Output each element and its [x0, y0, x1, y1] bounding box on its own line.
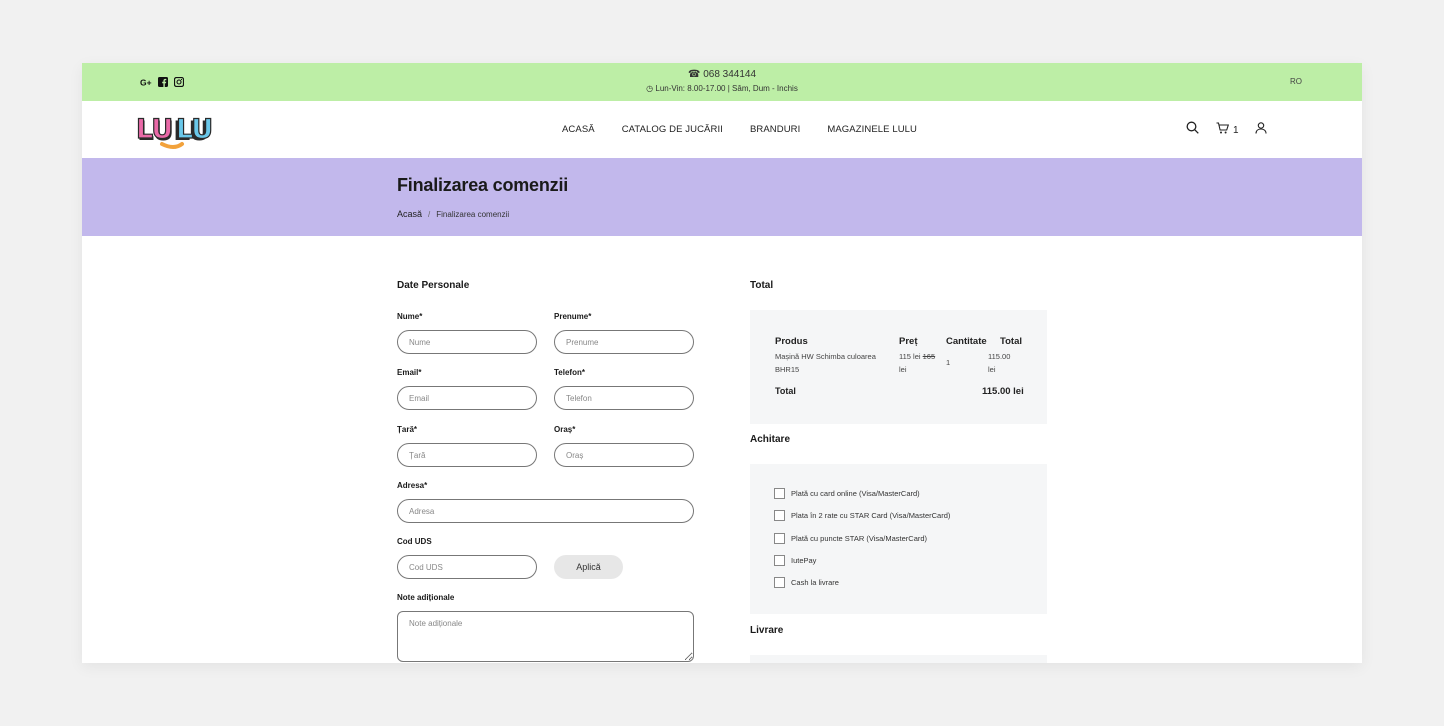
search-icon[interactable] [1186, 121, 1199, 139]
opening-hours: ◷ Lun-Vin: 8.00-17.00 | Sâm, Dum - Inchi… [82, 84, 1362, 93]
order-item-name-line1: Mașină HW Schimba culoarea [775, 352, 876, 361]
order-item-total-unit: lei [988, 365, 996, 374]
grand-total-label: Total [775, 386, 796, 396]
header-actions: 1 [1186, 121, 1267, 139]
apply-code-button[interactable]: Aplică [554, 555, 623, 579]
payment-option-star-points[interactable]: Plată cu puncte STAR (Visa/MasterCard) [774, 533, 927, 544]
top-bar: G+ ☎ 068 344144 ◷ Lun-Vin: 8.00-17.00 | … [82, 63, 1362, 101]
payment-option-label: Plata în 2 rate cu STAR Card (Visa/Maste… [791, 511, 951, 520]
delivery-heading: Livrare [750, 625, 784, 636]
phone-number: 068 344144 [703, 69, 757, 80]
payment-option-label: Plată cu card online (Visa/MasterCard) [791, 489, 920, 498]
order-item-old-price: 165 [922, 352, 936, 361]
telefon-label: Telefon* [554, 368, 585, 377]
email-label: Email* [397, 368, 422, 377]
payment-option-label: Cash la livrare [791, 578, 839, 587]
delivery-panel [750, 655, 1047, 663]
payment-checkbox[interactable] [774, 555, 785, 566]
payment-option-star-rate[interactable]: Plata în 2 rate cu STAR Card (Visa/Maste… [774, 510, 950, 521]
tara-input[interactable] [397, 443, 537, 467]
cart-count[interactable]: 1 [1233, 125, 1239, 136]
breadcrumb-home[interactable]: Acasă [397, 209, 422, 219]
payment-checkbox[interactable] [774, 533, 785, 544]
breadcrumb-current: Finalizarea comenzii [436, 210, 510, 219]
hours-text: Lun-Vin: 8.00-17.00 | Sâm, Dum - Inchis [655, 84, 798, 93]
page-frame: G+ ☎ 068 344144 ◷ Lun-Vin: 8.00-17.00 | … [82, 63, 1362, 663]
site-header: LULU LU LU ACASĂ CATALOG DE JUCĂRII BRAN… [82, 101, 1362, 157]
svg-text:LU: LU [176, 114, 212, 145]
cart-icon[interactable] [1216, 121, 1230, 139]
notes-label: Note adiționale [397, 593, 455, 602]
language-selector[interactable]: RO [1290, 77, 1302, 86]
order-item-quantity: 1 [946, 358, 951, 367]
order-item-total: 115.00 lei [988, 350, 1010, 376]
telefon-input[interactable] [554, 386, 694, 410]
prenume-label: Prenume* [554, 312, 592, 321]
order-summary-panel: Produs Preț Cantitate Total Mașină HW Sc… [750, 310, 1047, 424]
nav-item-catalog[interactable]: CATALOG DE JUCĂRII [622, 124, 723, 135]
payment-option-card-online[interactable]: Plată cu card online (Visa/MasterCard) [774, 488, 920, 499]
nav-item-branduri[interactable]: BRANDURI [750, 124, 800, 135]
breadcrumb-separator: / [428, 210, 431, 219]
order-item-price-unit: lei [899, 365, 907, 374]
order-item-name[interactable]: Mașină HW Schimba culoarea BHR15 [775, 350, 890, 376]
notes-textarea[interactable] [397, 611, 694, 662]
payment-checkbox[interactable] [774, 510, 785, 521]
adresa-label: Adresa* [397, 481, 428, 490]
page-banner: Finalizarea comenzii Acasă / Finalizarea c… [82, 158, 1362, 236]
nav-item-acasa[interactable]: ACASĂ [562, 124, 595, 135]
user-icon[interactable] [1255, 121, 1267, 139]
total-heading: Total [750, 280, 774, 291]
col-header-produs: Produs [775, 336, 808, 347]
logo[interactable]: LULU LU LU [135, 110, 226, 157]
cod-uds-input[interactable] [397, 555, 537, 579]
nav-item-magazine[interactable]: MAGAZINELE LULU [827, 124, 917, 135]
clock-icon: ◷ [646, 84, 654, 93]
svg-text:LU: LU [136, 114, 172, 145]
order-item-name-line2: BHR15 [775, 365, 800, 374]
nume-input[interactable] [397, 330, 537, 354]
page-title: Finalizarea comenzii [397, 175, 569, 195]
cod-uds-label: Cod UDS [397, 537, 432, 546]
nume-label: Nume* [397, 312, 423, 321]
order-item-current-price: 115 lei [899, 352, 921, 361]
main-nav: ACASĂ CATALOG DE JUCĂRII BRANDURI MAGAZI… [562, 124, 917, 135]
order-item-price: 115 lei 165 lei [899, 350, 935, 376]
tara-label: Țară* [397, 425, 418, 434]
phone-contact[interactable]: ☎ 068 344144 [82, 69, 1362, 80]
payment-option-cash[interactable]: Cash la livrare [774, 577, 839, 588]
personal-data-heading: Date Personale [397, 280, 470, 291]
order-item-total-amount: 115.00 [988, 352, 1011, 361]
payment-panel: Plată cu card online (Visa/MasterCard) P… [750, 464, 1047, 614]
oras-input[interactable] [554, 443, 694, 467]
oras-label: Oraș* [554, 425, 576, 434]
grand-total-value: 115.00 lei [982, 386, 1024, 397]
email-input[interactable] [397, 386, 537, 410]
payment-checkbox[interactable] [774, 577, 785, 588]
col-header-pret: Preț [899, 336, 918, 347]
logo-image: LULU LU LU [135, 113, 214, 149]
payment-option-label: IutePay [791, 556, 817, 565]
adresa-input[interactable] [397, 499, 694, 523]
prenume-input[interactable] [554, 330, 694, 354]
payment-checkbox[interactable] [774, 488, 785, 499]
payment-heading: Achitare [750, 434, 791, 445]
col-header-total: Total [1000, 336, 1022, 347]
breadcrumb: Acasă / Finalizarea comenzii [397, 209, 509, 219]
col-header-cantitate: Cantitate [946, 336, 987, 347]
payment-option-iutepay[interactable]: IutePay [774, 555, 816, 566]
phone-icon: ☎ [687, 69, 701, 80]
payment-option-label: Plată cu puncte STAR (Visa/MasterCard) [791, 534, 928, 543]
